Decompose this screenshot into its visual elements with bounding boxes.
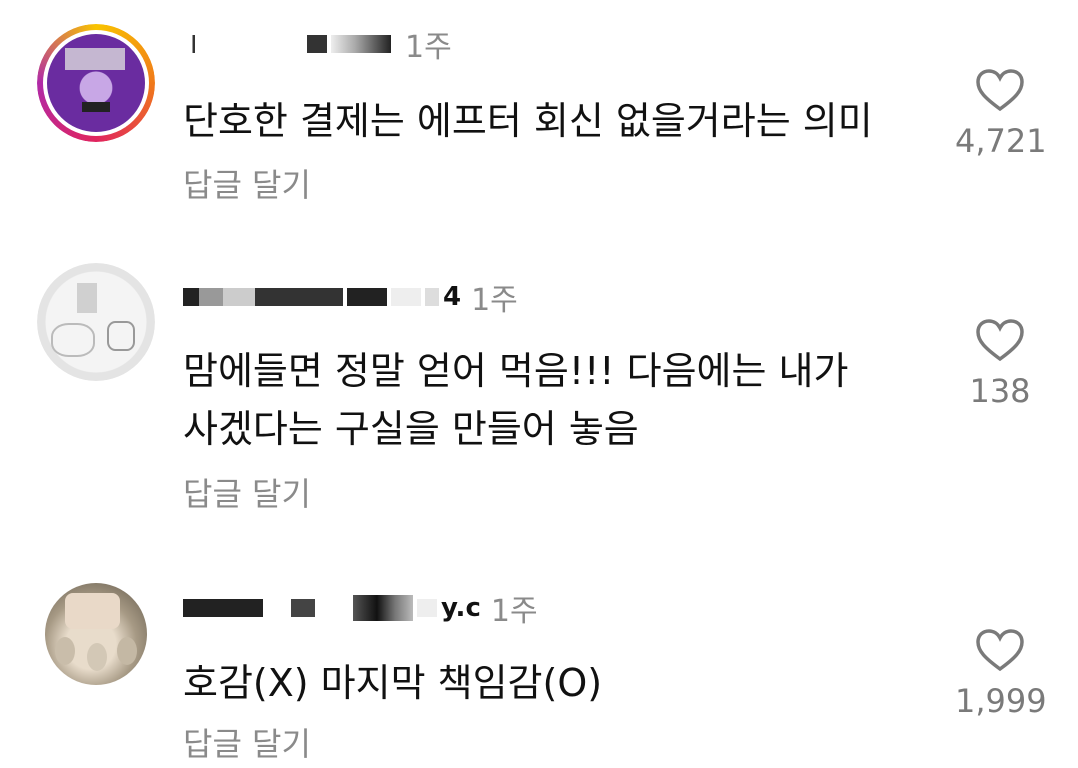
- like-group: 4,721: [955, 68, 1047, 160]
- comment-time: 1주: [490, 594, 538, 629]
- avatar[interactable]: [37, 263, 155, 381]
- avatar-image: [37, 263, 155, 381]
- heart-icon[interactable]: [975, 318, 1025, 362]
- comment-time: 1주: [471, 283, 518, 318]
- username-row: 1주: [183, 22, 452, 66]
- username-fragment: 4: [443, 282, 462, 312]
- username-redacted[interactable]: [183, 288, 343, 306]
- comment-text: 단호한 결제는 에프터 회신 없을거라는 의미: [183, 99, 873, 143]
- avatar-image: [47, 34, 145, 132]
- like-group: 138: [955, 318, 1045, 410]
- username-fragment: y.c: [441, 593, 481, 623]
- avatar[interactable]: [37, 575, 155, 693]
- reply-button[interactable]: 답글 달기: [183, 160, 311, 206]
- like-count: 4,721: [955, 122, 1047, 160]
- like-count: 138: [969, 372, 1031, 410]
- heart-icon[interactable]: [975, 68, 1025, 112]
- comment-text: 맘에들면 정말 얻어 먹음!!! 다음에는 내가 사겠다는 구실을 만들어 놓음: [183, 349, 849, 451]
- username-row: y.c 1주: [183, 586, 538, 630]
- comment-text: 호감(X) 마지막 책임감(O): [183, 661, 603, 705]
- username-row: 4 1주: [183, 275, 518, 319]
- avatar-image: [45, 583, 147, 685]
- username-redacted[interactable]: [183, 35, 303, 53]
- comment-time: 1주: [405, 30, 452, 65]
- username-redacted[interactable]: [183, 599, 263, 617]
- like-count: 1,999: [955, 682, 1047, 720]
- heart-icon[interactable]: [975, 628, 1025, 672]
- like-group: 1,999: [955, 628, 1047, 720]
- reply-button[interactable]: 답글 달기: [183, 719, 311, 765]
- reply-button[interactable]: 답글 달기: [183, 469, 311, 515]
- avatar[interactable]: [37, 24, 155, 142]
